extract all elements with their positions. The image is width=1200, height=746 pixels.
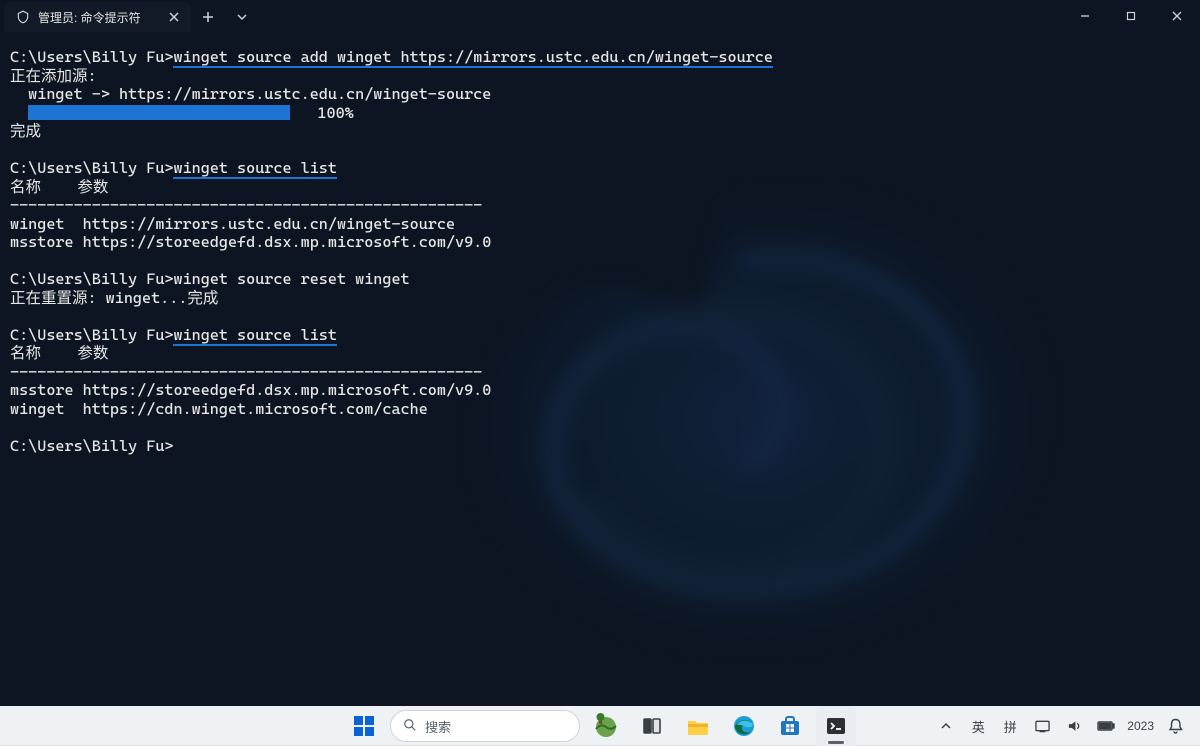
prompt: C:\Users\Billy Fu>	[10, 437, 173, 455]
search-placeholder: 搜索	[425, 717, 451, 736]
msg-adding-line: winget -> https://mirrors.ustc.edu.cn/wi…	[10, 85, 491, 103]
cmd-source-list-1: winget source list	[173, 159, 336, 179]
ime-language[interactable]: 英	[967, 706, 989, 746]
titlebar: 管理员: 命令提示符	[0, 0, 1200, 32]
terminal-app-icon[interactable]	[816, 706, 856, 746]
ime-mode[interactable]: 拼	[999, 706, 1021, 746]
task-view-button[interactable]	[632, 706, 672, 746]
tab-admin-cmd[interactable]: 管理员: 命令提示符	[4, 2, 191, 32]
clock-year[interactable]: 2023	[1127, 706, 1154, 746]
list-row: msstore https://storeedgefd.dsx.mp.micro…	[10, 233, 491, 251]
battery-icon[interactable]	[1095, 706, 1117, 746]
active-indicator	[828, 741, 844, 744]
start-button[interactable]	[344, 706, 384, 746]
list-row: winget https://mirrors.ustc.edu.cn/winge…	[10, 215, 455, 233]
list-separator: ----------------------------------------…	[10, 363, 482, 381]
new-tab-button[interactable]	[191, 2, 225, 32]
taskbar-search[interactable]: 搜索	[390, 710, 580, 742]
search-icon	[403, 718, 417, 735]
cmd-source-reset: winget source reset winget	[173, 270, 409, 288]
list-separator: ----------------------------------------…	[10, 196, 482, 214]
taskbar-widget-icon[interactable]	[586, 706, 626, 746]
tab-title: 管理员: 命令提示符	[38, 9, 141, 26]
list-row: msstore https://storeedgefd.dsx.mp.micro…	[10, 381, 491, 399]
shield-icon	[16, 10, 30, 24]
terminal-output[interactable]: C:\Users\Billy Fu>winget source add wing…	[0, 32, 1200, 465]
maximize-button[interactable]	[1108, 0, 1154, 32]
tab-dropdown-button[interactable]	[225, 2, 259, 32]
system-tray: 英 拼 2023	[935, 706, 1200, 746]
file-explorer-icon[interactable]	[678, 706, 718, 746]
close-button[interactable]	[1154, 0, 1200, 32]
prompt: C:\Users\Billy Fu>	[10, 48, 173, 66]
tray-overflow-button[interactable]	[935, 706, 957, 746]
volume-icon[interactable]	[1063, 706, 1085, 746]
terminal-window: 管理员: 命令提示符 C:\Users\Billy Fu>winget sour…	[0, 0, 1200, 706]
tab-close-icon[interactable]	[167, 10, 181, 24]
cmd-source-add: winget source add winget https://mirrors…	[173, 48, 772, 68]
progress-bar	[28, 105, 290, 120]
microsoft-store-icon[interactable]	[770, 706, 810, 746]
msg-done: 完成	[10, 122, 41, 140]
msg-resetting: 正在重置源: winget...完成	[10, 289, 218, 307]
prompt: C:\Users\Billy Fu>	[10, 326, 173, 344]
cmd-source-list-2: winget source list	[173, 326, 336, 346]
quick-settings-button[interactable]	[1031, 706, 1053, 746]
list-header: 名称 参数	[10, 344, 108, 362]
minimize-button[interactable]	[1062, 0, 1108, 32]
prompt: C:\Users\Billy Fu>	[10, 270, 173, 288]
edge-browser-icon[interactable]	[724, 706, 764, 746]
progress-percent: 100%	[317, 104, 353, 122]
list-header: 名称 参数	[10, 178, 108, 196]
taskbar-center: 搜索	[344, 706, 856, 746]
notifications-button[interactable]	[1164, 706, 1186, 746]
msg-adding-source: 正在添加源:	[10, 67, 97, 85]
window-controls	[1062, 0, 1200, 32]
taskbar: 搜索	[0, 706, 1200, 746]
list-row: winget https://cdn.winget.microsoft.com/…	[10, 400, 428, 418]
prompt: C:\Users\Billy Fu>	[10, 159, 173, 177]
